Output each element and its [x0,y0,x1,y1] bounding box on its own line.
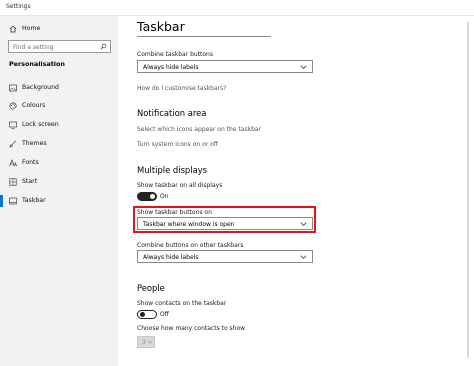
search-input[interactable]: Find a setting [8,40,111,53]
active-indicator [0,195,3,207]
show-all-displays-label: Show taskbar on all displays [137,182,223,189]
sidebar [0,16,118,366]
sidebar-item-themes[interactable]: Themes [0,135,118,153]
combine-other-label: Combine buttons on other taskbars [137,242,244,249]
start-icon [9,178,17,186]
select-icons-link[interactable]: Select which icons appear on the taskbar [137,126,261,133]
title-bar: Settings [0,0,474,16]
show-all-displays-toggle[interactable] [137,192,157,201]
sidebar-item-label: Taskbar [22,197,46,204]
image-icon [9,84,17,92]
search-placeholder: Find a setting [13,43,54,51]
font-icon [9,159,17,167]
dropdown-value: Always hide labels [143,253,199,261]
sidebar-item-start[interactable]: Start [0,173,118,191]
search-icon[interactable] [100,43,107,50]
sidebar-item-background[interactable]: Background [0,79,118,97]
clipped-control-edge [137,33,271,37]
sidebar-item-label: Colours [22,102,46,109]
taskbar-icon [9,197,17,205]
notification-area-heading: Notification area [137,108,207,118]
multiple-displays-heading: Multiple displays [137,165,208,175]
sidebar-item-label: Start [22,178,38,185]
combine-label: Combine taskbar buttons [137,51,213,58]
combine-other-taskbars-dropdown[interactable]: Always hide labels [137,250,313,263]
how-many-contacts-label: Choose how many contacts to show [137,325,246,332]
window-title: Settings [6,3,31,10]
sidebar-item-taskbar[interactable]: Taskbar [0,192,118,210]
sidebar-item-home[interactable]: Home [0,20,118,38]
lock-screen-icon [9,121,17,129]
dropdown-value: 3 [142,339,146,346]
chevron-down-icon [300,65,307,69]
people-heading: People [137,283,165,293]
show-contacts-label: Show contacts on the taskbar [137,300,227,307]
scrollbar-track[interactable] [467,22,469,358]
red-highlight-box [133,206,316,233]
combine-taskbar-buttons-dropdown[interactable]: Always hide labels [137,60,313,73]
toggle-state-off: Off [160,311,169,318]
customise-taskbars-link[interactable]: How do I customise taskbars? [137,85,226,92]
toggle-knob [140,312,145,317]
sidebar-section-title: Personalisation [9,60,65,68]
toggle-knob [150,194,155,199]
sidebar-item-fonts[interactable]: Fonts [0,154,118,172]
show-contacts-toggle[interactable] [137,310,157,319]
sidebar-item-label: Themes [22,140,47,147]
sidebar-item-colours[interactable]: Colours [0,97,118,115]
system-icons-link[interactable]: Turn system icons on or off [137,141,218,148]
brush-icon [9,140,17,148]
chevron-down-icon [300,255,307,259]
contacts-count-dropdown[interactable]: 3 [137,336,155,348]
sidebar-item-label: Lock screen [22,121,59,128]
palette-icon [9,102,17,110]
sidebar-item-label: Home [22,25,41,32]
page-title: Taskbar [137,19,185,34]
sidebar-item-label: Fonts [22,159,39,166]
toggle-state-on: On [160,193,169,200]
sidebar-item-lock-screen[interactable]: Lock screen [0,116,118,134]
sidebar-item-label: Background [22,84,59,91]
chevron-down-icon [148,340,152,344]
dropdown-value: Always hide labels [143,63,199,71]
home-icon [9,25,17,33]
